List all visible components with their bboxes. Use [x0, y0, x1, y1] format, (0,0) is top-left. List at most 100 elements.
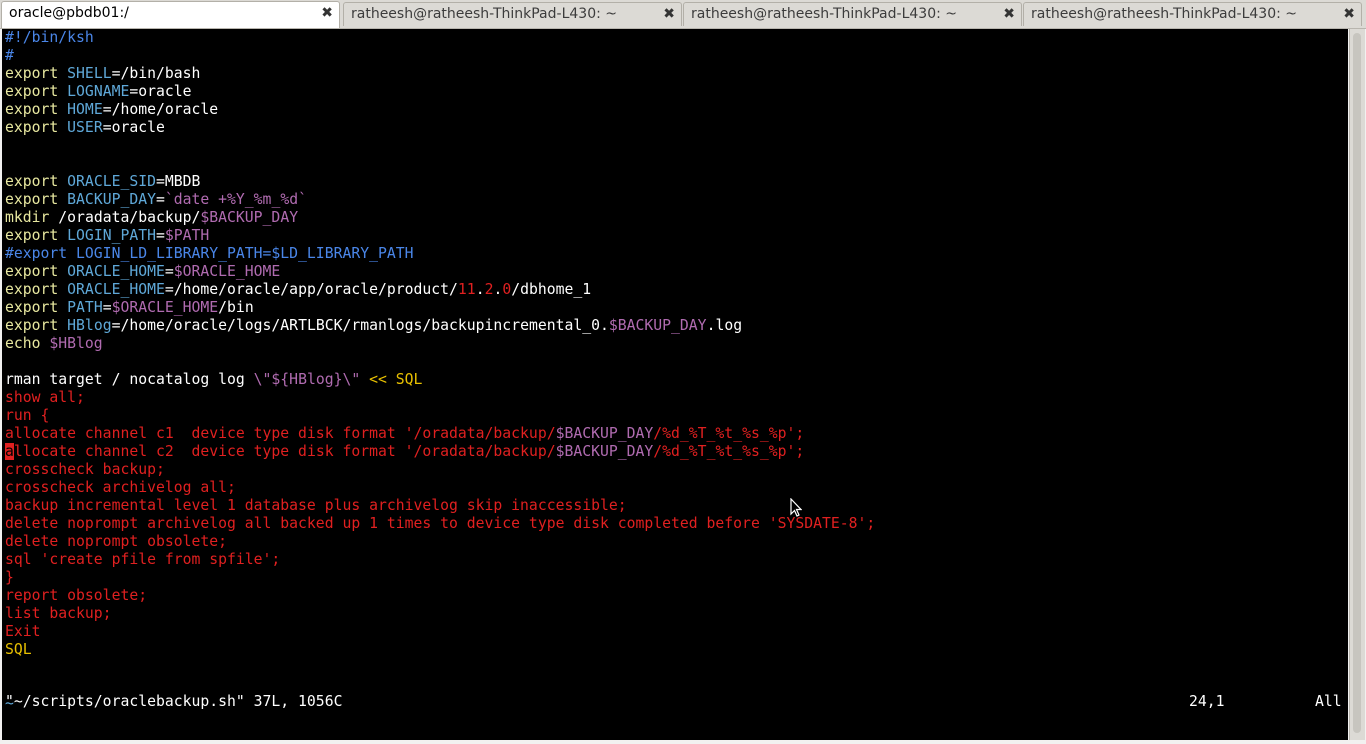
code-token: export — [5, 281, 68, 298]
code-token: #!/bin/ksh — [5, 29, 94, 46]
code-token: 0 — [502, 281, 512, 298]
code-token: HOME — [67, 101, 103, 118]
code-token: = — [155, 227, 165, 244]
code-token: delete noprompt obsolete; — [5, 533, 228, 550]
code-token: } — [5, 569, 14, 586]
code-token: ORACLE_HOME — [67, 281, 165, 298]
code-token: = — [164, 263, 174, 280]
code-token: = — [155, 191, 165, 208]
arrow-pointer-icon — [790, 498, 802, 517]
code-token: export — [5, 101, 68, 118]
code-token: $PATH — [164, 227, 210, 244]
code-token: =/bin/bash — [111, 65, 201, 82]
text-cursor: a — [5, 443, 14, 460]
code-line: crosscheck backup; — [5, 461, 875, 479]
code-token: allocate channel c1 device type disk for… — [5, 425, 556, 442]
code-token: /%d_%T_%t_%s_%p'; — [653, 443, 805, 460]
code-token: =/home/oracle/logs/ARTLBCK/rmanlogs/back… — [111, 317, 609, 334]
code-token: $BACKUP_DAY — [555, 443, 654, 460]
code-token: `date +%Y_%m_%d` — [164, 191, 307, 208]
code-token: $ORACLE_HOME — [173, 263, 281, 280]
code-token: crosscheck archivelog all; — [5, 479, 236, 496]
code-token: =MBDB — [155, 173, 201, 190]
code-token: run { — [5, 407, 50, 424]
code-token: $BACKUP_DAY — [555, 425, 654, 442]
code-line: rman target / nocatalog log \"${HBlog}\"… — [5, 371, 875, 389]
code-token: USER — [67, 119, 103, 136]
code-token: =oracle — [102, 119, 165, 136]
code-token: export — [5, 119, 68, 136]
code-line: export HBlog=/home/oracle/logs/ARTLBCK/r… — [5, 317, 875, 335]
cursor-position: 24,1 — [1189, 693, 1225, 710]
code-line: #export LOGIN_LD_LIBRARY_PATH=$LD_LIBRAR… — [5, 245, 875, 263]
code-token: delete noprompt archivelog all backed up… — [5, 515, 876, 532]
tab-label: oracle@pbdb01:/ — [9, 5, 129, 21]
code-token: export — [5, 83, 68, 100]
tab-ratheesh-1[interactable]: ratheesh@ratheesh-ThinkPad-L430: ~ ✖ — [343, 2, 682, 26]
close-icon[interactable]: ✖ — [1003, 3, 1015, 26]
code-line: #!/bin/ksh — [5, 29, 875, 47]
code-line: run { — [5, 407, 875, 425]
code-token: Exit — [5, 623, 41, 640]
code-line: backup incremental level 1 database plus… — [5, 497, 875, 515]
scroll-position: All — [1315, 693, 1342, 710]
code-token: #export LOGIN_LD_LIBRARY_PATH=$LD_LIBRAR… — [5, 245, 414, 262]
code-token: ORACLE_HOME — [67, 263, 165, 280]
tab-ratheesh-2[interactable]: ratheesh@ratheesh-ThinkPad-L430: ~ ✖ — [683, 2, 1022, 26]
code-line: show all; — [5, 389, 875, 407]
code-line: delete noprompt obsolete; — [5, 533, 875, 551]
code-line: echo $HBlog — [5, 335, 875, 353]
code-token: LOGIN_PATH — [67, 227, 156, 244]
code-token: export — [5, 299, 68, 316]
code-token: 11 — [457, 281, 476, 298]
tab-ratheesh-3[interactable]: ratheesh@ratheesh-ThinkPad-L430: ~ ✖ — [1023, 2, 1362, 26]
code-line: export PATH=$ORACLE_HOME/bin — [5, 299, 875, 317]
code-line: allocate channel c2 device type disk for… — [5, 443, 875, 461]
tab-label: ratheesh@ratheesh-ThinkPad-L430: ~ — [1031, 6, 1297, 22]
code-token: crosscheck backup; — [5, 461, 165, 478]
code-line: allocate channel c1 device type disk for… — [5, 425, 875, 443]
code-token: ${HBlog} — [271, 371, 343, 388]
code-line: export LOGIN_PATH=$PATH — [5, 227, 875, 245]
code-token: list backup; — [5, 605, 112, 622]
code-token: =/home/oracle/app/oracle/product/ — [164, 281, 458, 298]
code-line: export BACKUP_DAY=`date +%Y_%m_%d` — [5, 191, 875, 209]
status-file-info: "~/scripts/oraclebackup.sh" 37L, 1056C — [5, 693, 343, 710]
tab-label: ratheesh@ratheesh-ThinkPad-L430: ~ — [691, 6, 957, 22]
code-token: =/home/oracle — [102, 101, 219, 118]
code-line: # — [5, 47, 875, 65]
code-token: export — [5, 317, 68, 334]
scrollbar-thumb[interactable] — [1353, 33, 1361, 733]
tab-bar: oracle@pbdb01:/ ✖ ratheesh@ratheesh-Thin… — [0, 0, 1366, 29]
code-token: \" — [253, 371, 272, 388]
vim-status-line: "~/scripts/oraclebackup.sh" 37L, 1056C 24… — [5, 693, 1345, 711]
code-token: $ORACLE_HOME — [111, 299, 219, 316]
close-icon[interactable]: ✖ — [663, 3, 675, 26]
terminal-editor[interactable]: #!/bin/ksh # export SHELL=/bin/bash export … — [2, 29, 1348, 740]
code-token: backup incremental level 1 database plus… — [5, 497, 627, 514]
code-line: delete noprompt archivelog all backed up… — [5, 515, 875, 533]
code-line: Exit — [5, 623, 875, 641]
code-token: sql 'create pfile from spfile'; — [5, 551, 281, 568]
code-token: << SQL — [360, 371, 423, 388]
close-icon[interactable]: ✖ — [321, 2, 333, 25]
code-line: export SHELL=/bin/bash — [5, 65, 875, 83]
code-token: export — [5, 65, 68, 82]
code-token: export — [5, 227, 68, 244]
code-token: LOGNAME — [67, 83, 130, 100]
code-token: /dbhome_1 — [511, 281, 592, 298]
editor-buffer[interactable]: #!/bin/ksh # export SHELL=/bin/bash export … — [5, 29, 875, 713]
code-token: . — [475, 281, 485, 298]
code-token: export — [5, 191, 68, 208]
close-icon[interactable]: ✖ — [1343, 3, 1355, 26]
code-line: export ORACLE_HOME=/home/oracle/app/orac… — [5, 281, 875, 299]
code-token: $BACKUP_DAY — [200, 209, 299, 226]
code-line: sql 'create pfile from spfile'; — [5, 551, 875, 569]
code-line: crosscheck archivelog all; — [5, 479, 875, 497]
scrollbar[interactable] — [1349, 29, 1365, 740]
tab-oracle-pbdb01[interactable]: oracle@pbdb01:/ ✖ — [1, 1, 340, 28]
code-token: .log — [706, 317, 743, 334]
code-line: export USER=oracle — [5, 119, 875, 137]
